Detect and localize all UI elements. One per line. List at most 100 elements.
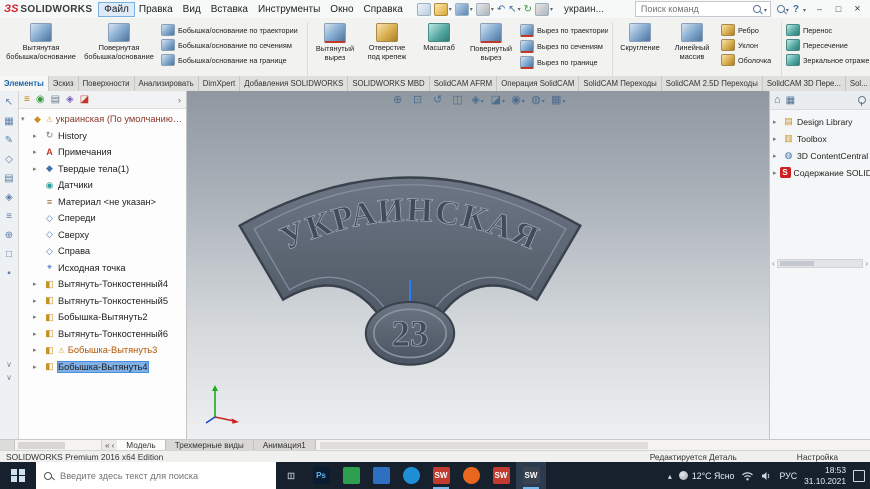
command-tab[interactable]: Sol... (846, 76, 870, 91)
task-pane-item[interactable]: 3D ContentCentral (770, 147, 870, 164)
display-style-icon[interactable] (491, 93, 505, 106)
grid-tool-icon[interactable] (3, 115, 16, 128)
chevron-down-icon[interactable] (6, 360, 12, 369)
open-folder-icon[interactable] (433, 2, 452, 16)
feature-tree-item[interactable]: Бобышка-Вытянуть3 (19, 342, 186, 359)
task-pane-item[interactable]: Содержание SOLIDW... (770, 164, 870, 181)
command-tab[interactable]: Эскиз (49, 76, 79, 91)
taskbar-app-icon[interactable] (456, 462, 486, 489)
rib-button[interactable]: Ребро (721, 24, 777, 36)
expander-icon[interactable] (773, 169, 777, 177)
options-gear-icon[interactable] (535, 2, 553, 16)
revolved-boss-button[interactable]: Повернутая бобышка/основание (80, 20, 158, 78)
help-icon[interactable]: ? (793, 4, 799, 15)
previous-tab-icon[interactable] (112, 441, 115, 450)
menu-item[interactable]: Правка (134, 3, 178, 16)
swept-cut-button[interactable]: Вырез по траектории (520, 24, 608, 37)
fillet-button[interactable]: Скругление (614, 20, 666, 78)
feature-tree-item[interactable]: Датчики (19, 177, 186, 194)
box-tool-icon[interactable] (3, 248, 16, 261)
zoom-area-icon[interactable] (411, 93, 425, 106)
feature-tree-item[interactable]: Твердые тела(1) (19, 161, 186, 178)
command-tab[interactable]: Поверхности (79, 76, 135, 91)
taskbar-search-input[interactable] (58, 469, 268, 482)
move-button[interactable]: Перенос (786, 24, 870, 36)
taskbar-app-icon[interactable]: Ps (306, 462, 336, 489)
menu-item[interactable]: Инструменты (253, 3, 325, 16)
expander-icon[interactable] (33, 330, 41, 338)
feature-tree-item[interactable]: Вытянуть-Тонкостенный5 (19, 293, 186, 310)
expander-icon[interactable] (33, 363, 41, 371)
model-plaque[interactable]: УКРАИНСКАЯ 23 (225, 147, 595, 388)
command-tab[interactable]: SolidCAM Переходы (579, 76, 662, 91)
command-search-input[interactable] (638, 3, 750, 15)
linear-pattern-button[interactable]: Линейный массив (666, 20, 718, 78)
minimize-icon[interactable] (811, 2, 828, 16)
feature-tree-item[interactable]: Бобышка-Вытянуть2 (19, 309, 186, 326)
configurationmanager-tab-icon[interactable] (51, 94, 60, 105)
taskbar-search[interactable] (36, 462, 276, 489)
zoom-fit-icon[interactable] (391, 93, 405, 106)
command-tab[interactable]: SolidCAM 2.5D Переходы (662, 76, 763, 91)
menu-item[interactable]: Вставка (206, 3, 253, 16)
scroll-left-icon[interactable] (772, 259, 775, 268)
list-tool-icon[interactable] (3, 210, 16, 223)
extruded-cut-button[interactable]: Вытянутый вырез (309, 20, 361, 78)
task-pane-item[interactable]: Design Library (770, 113, 870, 130)
scrollbar-track[interactable] (776, 259, 864, 268)
command-search[interactable] (634, 1, 771, 17)
close-icon[interactable] (849, 2, 866, 16)
taskbar-app-icon[interactable]: ◫ (276, 462, 306, 489)
lofted-cut-button[interactable]: Вырез по сечениям (520, 40, 608, 53)
view-orientation-icon[interactable] (471, 93, 485, 106)
feature-tree-item[interactable]: Вытянуть-Тонкостенный6 (19, 326, 186, 343)
expander-icon[interactable] (773, 118, 780, 126)
start-button[interactable] (0, 462, 36, 489)
expander-icon[interactable] (21, 115, 29, 123)
graphics-area[interactable]: УКРАИНСКАЯ 23 (187, 91, 769, 439)
hidden-icons-chevron[interactable] (668, 471, 672, 481)
menu-item[interactable]: Справка (359, 3, 408, 16)
expander-icon[interactable] (33, 297, 41, 305)
pin-icon[interactable] (858, 96, 866, 106)
customize-button[interactable]: Настройка (797, 452, 838, 462)
help-dropdown-icon[interactable] (803, 4, 806, 15)
language-indicator[interactable]: РУС (779, 471, 797, 481)
feature-tree-item[interactable]: History (19, 128, 186, 145)
menu-item[interactable]: Вид (178, 3, 206, 16)
command-tab[interactable]: SolidCAM AFRM (430, 76, 498, 91)
dot-tool-icon[interactable] (3, 267, 16, 280)
taskbar-app-icon[interactable]: SW (516, 462, 546, 489)
expander-icon[interactable] (33, 132, 41, 140)
expander-icon[interactable] (33, 165, 41, 173)
propertymanager-tab-icon[interactable] (36, 94, 45, 105)
menu-item[interactable]: Окно (325, 3, 358, 16)
feature-tree-item[interactable]: Материал <не указан> (19, 194, 186, 211)
command-tab[interactable]: Добавления SOLIDWORKS (240, 76, 349, 91)
expander-icon[interactable] (33, 313, 41, 321)
hole-wizard-button[interactable]: Отверстие под крепеж (361, 20, 413, 78)
undo-icon[interactable]: ↶ (497, 4, 505, 15)
print-icon[interactable] (475, 2, 494, 16)
taskbar-app-icon[interactable]: SW (426, 462, 456, 489)
taskbar-app-icon[interactable]: SW (486, 462, 516, 489)
select-arrow-icon[interactable]: ↖ (508, 4, 520, 15)
boundary-boss-button[interactable]: Бобышка/основание на границе (161, 54, 303, 66)
scale-button[interactable]: Масштаб (413, 20, 465, 78)
mirror-button[interactable]: Зеркальное отражение (786, 54, 870, 66)
draft-button[interactable]: Уклон (721, 39, 777, 51)
feature-tree-item[interactable]: Примечания (19, 144, 186, 161)
sketch-tool-icon[interactable] (3, 134, 16, 147)
expander-icon[interactable] (33, 346, 41, 354)
scene-icon[interactable] (551, 93, 565, 106)
new-document-icon[interactable] (416, 2, 431, 16)
featuremanager-tab-icon[interactable] (24, 94, 30, 105)
hide-show-icon[interactable] (511, 93, 525, 106)
task-pane-scrollbar[interactable] (770, 259, 870, 268)
taskbar-app-icon[interactable] (396, 462, 426, 489)
dimxpertmanager-tab-icon[interactable] (66, 94, 74, 105)
shell-button[interactable]: Оболочка (721, 54, 777, 66)
lofted-boss-button[interactable]: Бобышка/основание по сечениям (161, 39, 303, 51)
first-tab-icon[interactable] (105, 441, 110, 450)
section-view-icon[interactable] (451, 93, 465, 106)
